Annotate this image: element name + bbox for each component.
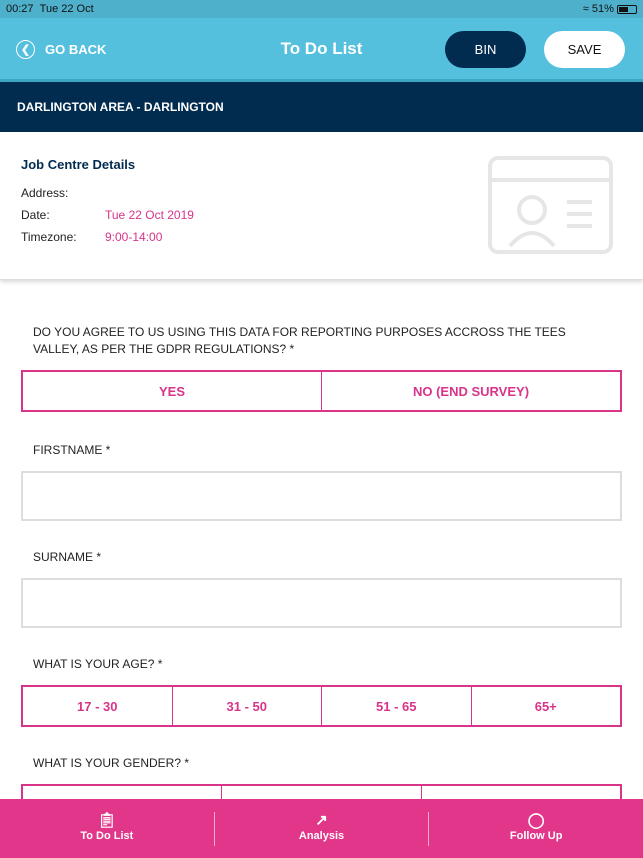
gender-question: WHAT IS YOUR GENDER? * <box>33 756 190 770</box>
clock: 00:27 <box>6 3 34 15</box>
age-option[interactable]: 31 - 50 <box>171 687 322 725</box>
address-label: Address: <box>21 186 69 200</box>
tab-label: Analysis <box>298 829 345 842</box>
tab-label: Follow Up <box>509 829 563 842</box>
option-yes[interactable]: YES <box>23 372 321 410</box>
date-value: Tue 22 Oct 2019 <box>105 208 194 222</box>
tab-analysis[interactable]: ↗ Analysis <box>213 811 429 846</box>
surname-input[interactable] <box>21 578 622 628</box>
age-option[interactable]: 65+ <box>470 687 621 725</box>
tab-bar: 📋︎ To Do List ↗ Analysis ◯ Follow Up <box>0 799 643 858</box>
go-back-button[interactable]: ❮ GO BACK <box>16 40 106 59</box>
chevron-left-icon: ❮ <box>16 40 35 59</box>
tab-label: To Do List <box>80 829 134 842</box>
timezone-label: Timezone: <box>21 230 77 244</box>
chart-icon: ↗ <box>315 811 328 829</box>
bin-button[interactable]: BIN <box>445 31 526 68</box>
firstname-label: FIRSTNAME * <box>33 443 111 457</box>
age-option[interactable]: 51 - 65 <box>321 687 471 725</box>
age-option[interactable]: 17 - 30 <box>23 687 172 725</box>
battery-percent: 51% <box>591 3 614 15</box>
save-button[interactable]: SAVE <box>544 31 625 68</box>
gdpr-question: DO YOU AGREE TO US USING THIS DATA FOR R… <box>33 325 566 356</box>
date: Tue 22 Oct <box>39 3 94 15</box>
firstname-input[interactable] <box>21 471 622 521</box>
gdpr-options: YES NO (END SURVEY) <box>21 370 622 412</box>
surname-label: SURNAME * <box>33 550 102 564</box>
nav-bar: ❮ GO BACK To Do List BIN SAVE <box>0 18 643 82</box>
age-question: WHAT IS YOUR AGE? * <box>33 657 163 671</box>
area-header: DARLINGTON AREA - DARLINGTON <box>0 82 643 132</box>
survey-form: DO YOU AGREE TO US USING THIS DATA FOR R… <box>0 324 643 826</box>
user-icon: ◯ <box>527 811 545 829</box>
wifi-icon: ≈ <box>582 3 589 15</box>
go-back-label: GO BACK <box>45 42 107 57</box>
age-options: 17 - 30 31 - 50 51 - 65 65+ <box>21 685 622 727</box>
battery-icon <box>617 4 637 14</box>
job-centre-card: Job Centre Details Address: Date: Tue 22 … <box>0 132 643 280</box>
clipboard-icon: 📋︎ <box>97 811 117 829</box>
status-bar: 00:27 Tue 22 Oct ≈ 51% <box>0 0 643 18</box>
tab-follow-up[interactable]: ◯ Follow Up <box>428 811 643 846</box>
option-no[interactable]: NO (END SURVEY) <box>321 372 620 410</box>
tab-to-do-list[interactable]: 📋︎ To Do List <box>0 812 214 846</box>
id-card-icon <box>488 156 613 254</box>
timezone-value: 9:00-14:00 <box>105 230 163 244</box>
date-label: Date: <box>21 208 50 222</box>
